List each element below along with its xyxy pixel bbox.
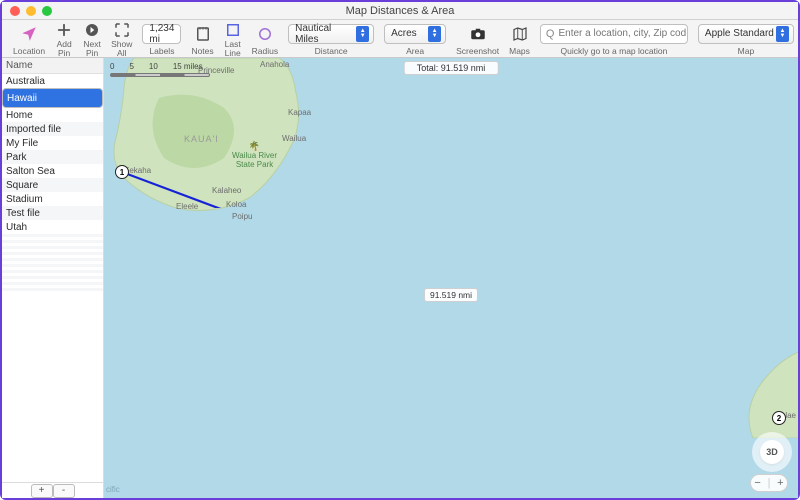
sidebar-item[interactable]: Utah [2,220,103,234]
sidebar-item[interactable]: My File [2,136,103,150]
scale-tick: 10 [149,62,158,71]
search-hint-label: Quickly go to a map location [561,47,668,56]
add-pin-label: Add Pin [55,40,73,57]
island-oahu-fragment [738,348,798,438]
sidebar-item[interactable]: Australia [2,74,103,88]
show-all-button[interactable] [113,21,131,39]
notes-label: Notes [191,47,213,56]
add-item-button[interactable]: + [31,484,53,498]
last-line-button[interactable] [224,21,242,39]
add-pin-button[interactable] [55,21,73,39]
titlebar: Map Distances & Area [2,2,798,20]
area-unit-value: Acres [391,28,417,39]
segment-distance-label: 91.519 nmi [424,288,478,302]
maps-button[interactable] [511,25,529,43]
select-arrows-icon: ▲▼ [776,26,789,42]
pin-1[interactable]: 1 [115,165,129,179]
toolbar: Location Add Pin Next Pin Show All 1,234… [2,20,798,58]
zoom-out-button[interactable]: − [754,477,760,489]
screenshot-button[interactable] [469,25,487,43]
distance-unit-select[interactable]: Nautical Miles ▲▼ [288,24,374,44]
map-canvas[interactable]: Anahola Princeville Kapaa KAUA'I Wailua … [104,58,798,498]
total-distance-label: Total: 91.519 nmi [404,61,499,75]
window-title: Map Distances & Area [2,5,798,17]
place-poipu: Poipu [232,212,252,221]
map-style-value: Apple Standard [705,28,774,39]
search-input[interactable] [558,28,690,39]
map-style-label: Map [738,47,755,56]
search-icon: Q [546,28,555,40]
map-scale: 0 5 10 15 miles [110,62,210,77]
show-all-label: Show All [111,40,132,57]
sidebar-item[interactable]: Salton Sea [2,164,103,178]
location-search[interactable]: Q [540,24,688,44]
sidebar: Name AustraliaHawaiiHomeImported fileMy … [2,58,104,498]
location-button[interactable] [20,25,38,43]
location-label: Location [13,47,45,56]
measurement-line [104,58,404,208]
scale-tick: 15 miles [173,62,203,71]
select-arrows-icon: ▲▼ [356,26,369,42]
screenshot-label: Screenshot [456,47,499,56]
select-arrows-icon: ▲▼ [428,26,441,42]
zoom-in-button[interactable]: + [777,477,783,489]
sidebar-item[interactable]: Home [2,108,103,122]
radius-label: Radius [252,47,278,56]
ocean-label-fragment: cific [106,485,120,494]
sidebar-item[interactable] [2,288,103,291]
sidebar-item[interactable]: Test file [2,206,103,220]
distance-readout[interactable]: 1,234 mi [142,24,181,44]
next-pin-label: Next Pin [83,40,101,57]
area-unit-select[interactable]: Acres ▲▼ [384,24,446,44]
radius-button[interactable] [256,25,274,43]
maps-label: Maps [509,47,530,56]
pin-2[interactable]: 2 [772,411,786,425]
distance-unit-value: Nautical Miles [295,23,356,45]
area-label: Area [406,47,424,56]
sidebar-list: AustraliaHawaiiHomeImported fileMy FileP… [2,74,103,482]
sidebar-item[interactable]: Square [2,178,103,192]
labels-label: Labels [149,47,174,56]
sidebar-item[interactable]: Park [2,150,103,164]
next-pin-button[interactable] [83,21,101,39]
sidebar-item[interactable]: Imported file [2,122,103,136]
map-style-select[interactable]: Apple Standard ▲▼ [698,24,794,44]
remove-item-button[interactable]: - [53,484,75,498]
last-line-label: Last Line [224,40,242,57]
scale-tick: 5 [129,62,133,71]
scale-tick: 0 [110,62,114,71]
notes-button[interactable] [194,25,212,43]
map-zoom-control: − | + [750,474,788,492]
distance-label: Distance [315,47,348,56]
sidebar-header[interactable]: Name [2,58,103,74]
sidebar-item[interactable]: Hawaii [2,88,103,108]
sidebar-item[interactable]: Stadium [2,192,103,206]
map-3d-toggle[interactable]: 3D [760,440,784,464]
